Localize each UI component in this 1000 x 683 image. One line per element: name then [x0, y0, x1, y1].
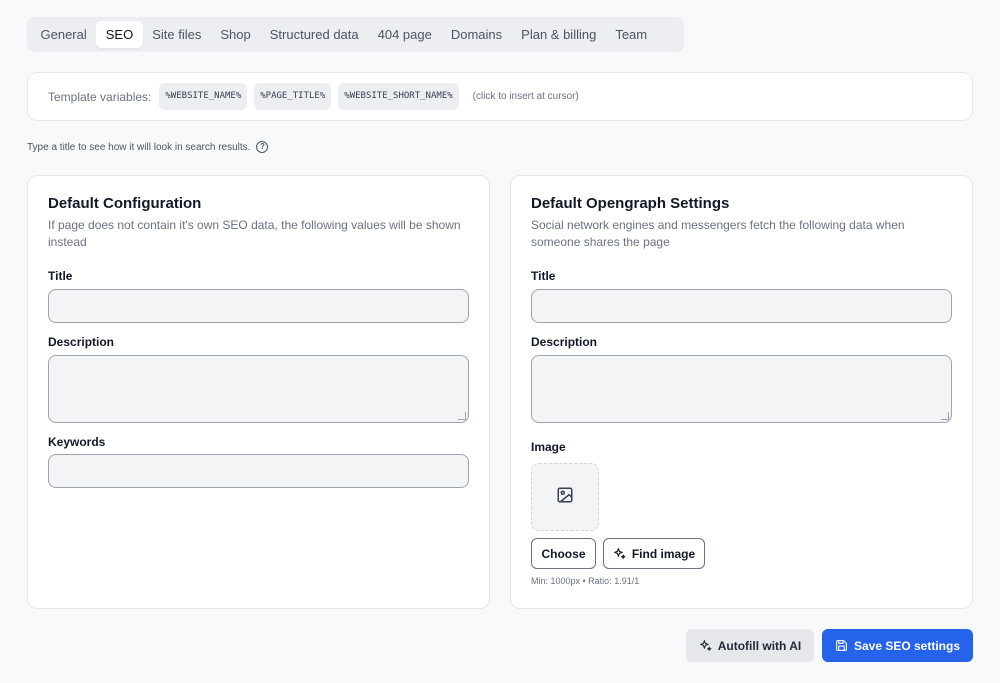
- template-variables-hint: (click to insert at cursor): [472, 91, 579, 102]
- sparkles-icon: [699, 639, 712, 652]
- template-variable-page-title[interactable]: %PAGE_TITLE%: [254, 83, 332, 110]
- card-title: Default Configuration: [48, 195, 202, 212]
- card-subtitle: If page does not contain it's own SEO da…: [48, 218, 461, 249]
- title-label: Title: [48, 269, 73, 283]
- card-subtitle: Social network engines and messengers fe…: [531, 218, 905, 249]
- save-seo-settings-label: Save SEO settings: [853, 638, 961, 653]
- find-image-button[interactable]: Find image: [603, 538, 705, 569]
- resize-handle-icon[interactable]: [458, 412, 466, 420]
- image-dropzone[interactable]: [531, 463, 599, 531]
- autofill-ai-label: Autofill with AI: [717, 638, 802, 653]
- template-variables-label: Template variables:: [48, 89, 152, 104]
- default-configuration-card: Default Configuration If page does not c…: [27, 175, 490, 609]
- template-variable-website-short-name[interactable]: %WEBSITE_SHORT_NAME%: [338, 83, 459, 110]
- autofill-ai-button[interactable]: Autofill with AI: [686, 629, 814, 662]
- tab-general[interactable]: General: [31, 21, 96, 48]
- tab-structured-data[interactable]: Structured data: [260, 21, 368, 48]
- template-variable-website-name[interactable]: %WEBSITE_NAME%: [159, 83, 248, 110]
- save-icon: [835, 639, 848, 652]
- save-seo-settings-button[interactable]: Save SEO settings: [822, 629, 973, 662]
- description-label: Description: [48, 335, 115, 349]
- og-image-label: Image: [531, 440, 566, 454]
- og-title-input[interactable]: [531, 289, 952, 323]
- search-preview-hint-text: Type a title to see how it will look in …: [27, 141, 251, 153]
- tab-shop[interactable]: Shop: [211, 21, 260, 48]
- image-icon: [556, 486, 574, 509]
- sparkles-icon: [613, 547, 626, 560]
- choose-image-button[interactable]: Choose: [531, 538, 596, 569]
- search-preview-hint: Type a title to see how it will look in …: [27, 141, 269, 153]
- choose-image-label: Choose: [541, 546, 586, 561]
- settings-tabs: General SEO Site files Shop Structured d…: [27, 17, 684, 52]
- tab-plan-billing[interactable]: Plan & billing: [512, 21, 606, 48]
- resize-handle-icon[interactable]: [941, 412, 949, 420]
- image-requirements-hint: Min: 1000px • Ratio: 1.91/1: [531, 576, 640, 586]
- description-textarea[interactable]: [48, 355, 469, 423]
- tab-site-files[interactable]: Site files: [143, 21, 211, 48]
- opengraph-settings-card: Default Opengraph Settings Social networ…: [510, 175, 973, 609]
- og-title-label: Title: [531, 269, 556, 283]
- tab-404-page[interactable]: 404 page: [368, 21, 441, 48]
- og-description-textarea[interactable]: [531, 355, 952, 423]
- tab-domains[interactable]: Domains: [441, 21, 511, 48]
- tab-team[interactable]: Team: [606, 21, 657, 48]
- title-input[interactable]: [48, 289, 469, 323]
- find-image-label: Find image: [631, 546, 696, 561]
- card-title: Default Opengraph Settings: [531, 195, 730, 212]
- keywords-label: Keywords: [48, 435, 106, 449]
- tab-seo[interactable]: SEO: [96, 21, 143, 48]
- help-icon[interactable]: ?: [256, 141, 269, 153]
- og-description-label: Description: [531, 335, 598, 349]
- keywords-input[interactable]: [48, 454, 469, 488]
- template-variables-bar: Template variables: %WEBSITE_NAME% %PAGE…: [27, 72, 973, 121]
